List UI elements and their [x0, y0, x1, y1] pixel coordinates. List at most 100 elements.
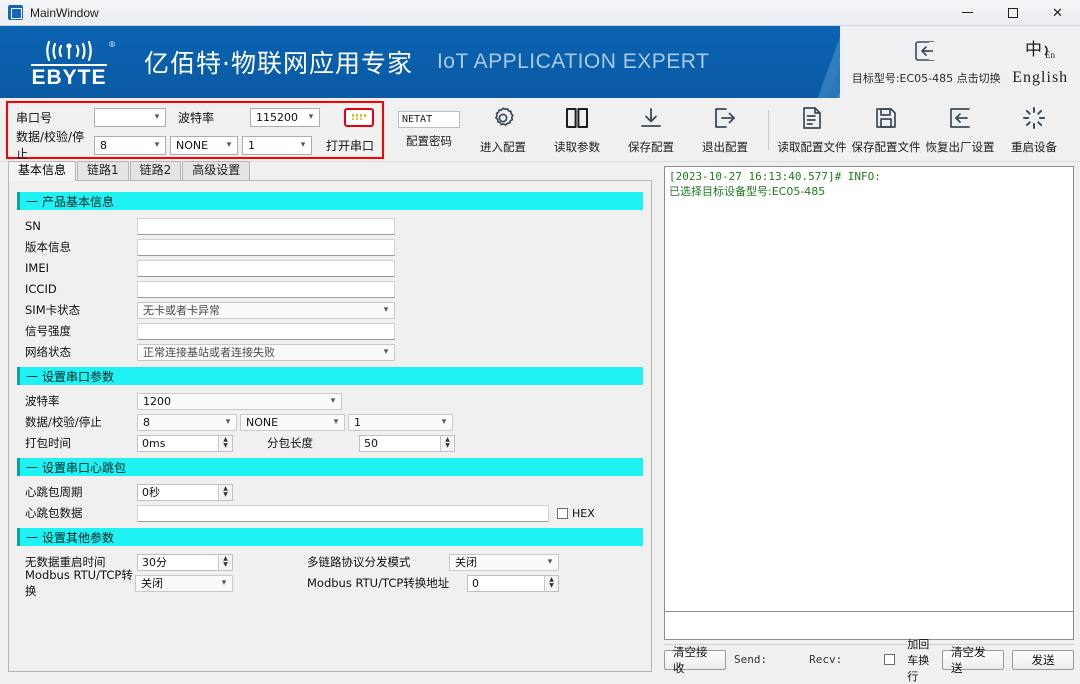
checkbox-heartbeat-hex[interactable] [557, 507, 568, 519]
target-model-label: 目标型号:EC05-485 点击切换 [851, 71, 1001, 85]
spinner-arrows-icon[interactable]: ▲ ▼ [218, 484, 232, 500]
switch-model-icon [913, 39, 939, 66]
label-heartbeat-hex: HEX [572, 506, 595, 520]
svg-text:En: En [1045, 50, 1055, 60]
serial-baud-select[interactable]: 115200 ▾ [250, 107, 320, 127]
reboot-device-button[interactable]: 重启设备 [997, 101, 1071, 159]
section-dash-icon: — [26, 194, 38, 208]
save-config-button[interactable]: 保存配置 [614, 101, 688, 159]
spinner-value-heartbeat-period: 0秒 [142, 486, 160, 499]
window-title: MainWindow [30, 5, 99, 20]
spinner-arrows-icon[interactable]: ▲ ▼ [440, 435, 454, 451]
window-controls: ✕ [945, 0, 1080, 26]
spinner-arrows-icon[interactable]: ▲ ▼ [218, 554, 232, 570]
open-serial-label[interactable]: 打开串口 [326, 137, 374, 154]
select-value-network-status: 正常连接基站或者连接失败 [143, 346, 275, 359]
serial-row-1: 串口号 ▾ 波特率 115200 ▾ [8, 103, 382, 131]
app-icon [8, 5, 23, 20]
select-uart-databits[interactable]: 8 ▾ [137, 413, 237, 431]
field-uart-baud: 波特率 1200 ▾ [25, 391, 643, 411]
field-modbus: Modbus RTU/TCP转换 关闭 ▾ Modbus RTU/TCP转换地址… [25, 568, 643, 598]
section-title-other: 设置其他参数 [42, 530, 115, 545]
field-label-uart-format: 数据/校验/停止 [25, 415, 102, 429]
input-version[interactable] [137, 238, 395, 256]
serial-stopbits-value: 1 [248, 138, 255, 152]
spinner-heartbeat-period[interactable]: 0秒 ▲ ▼ [137, 483, 233, 501]
banner-slogan-en: IoT APPLICATION EXPERT [436, 50, 710, 73]
serial-stopbits-select[interactable]: 1 ▾ [242, 135, 312, 155]
receive-log[interactable]: [2023-10-27 16:13:40.577]# INFO: 已选择目标设备… [664, 166, 1074, 612]
banner-background [0, 26, 850, 98]
input-sn[interactable] [137, 217, 395, 235]
field-pack-time: 打包时间 0ms ▲ ▼ 分包长度 50 ▲ ▼ [25, 433, 643, 453]
select-uart-parity[interactable]: NONE ▾ [240, 413, 345, 431]
close-icon: ✕ [1052, 5, 1063, 20]
serial-parity-select[interactable]: NONE ▾ [170, 135, 238, 155]
language-icon: 中 En [1025, 38, 1055, 65]
chevron-down-icon: ▾ [225, 417, 231, 427]
config-password-input[interactable]: NETAT [398, 110, 460, 128]
tab-link1[interactable]: 链路1 [77, 161, 129, 180]
serial-connector-icon[interactable] [344, 107, 374, 127]
log-line-1: [2023-10-27 16:13:40.577]# INFO: [669, 170, 881, 183]
select-modbus[interactable]: 关闭 ▾ [135, 574, 233, 592]
minimize-button[interactable] [945, 0, 990, 26]
spinner-arrows-icon[interactable]: ▲ ▼ [218, 435, 232, 451]
serial-databits-select[interactable]: 8 ▾ [94, 135, 166, 155]
exit-config-label: 退出配置 [702, 139, 748, 154]
clear-send-button[interactable]: 清空发送 [942, 645, 1004, 675]
send-button[interactable]: 发送 [1012, 649, 1074, 670]
tab-basic-info[interactable]: 基本信息 [8, 161, 77, 181]
spinner-value-modbus-addr: 0 [472, 576, 479, 590]
spinner-value-nodata-restart: 30分 [142, 556, 167, 569]
section-header-product-info: — 产品基本信息 [17, 192, 643, 210]
enter-config-button[interactable]: 进入配置 [466, 101, 540, 159]
spinner-arrows-icon[interactable]: ▲ ▼ [544, 575, 558, 591]
field-network-status: 网络状态 正常连接基站或者连接失败 ▾ [25, 342, 643, 362]
uart-fields: 波特率 1200 ▾ 数据/校验/停止 8 ▾ NONE ▾ 1 ▾ 打包时间 … [17, 391, 643, 453]
field-heartbeat-data: 心跳包数据 HEX [25, 503, 643, 523]
select-multilink[interactable]: 关闭 ▾ [449, 553, 559, 571]
input-iccid[interactable] [137, 280, 395, 298]
maximize-icon [1007, 7, 1018, 18]
serial-baud-label: 波特率 [178, 110, 215, 125]
select-network-status[interactable]: 正常连接基站或者连接失败 ▾ [137, 343, 395, 361]
read-params-button[interactable]: 读取参数 [540, 101, 614, 159]
select-sim-status[interactable]: 无卡或者卡异常 ▾ [137, 301, 395, 319]
logo-wordmark: EBYTE [31, 64, 107, 89]
factory-reset-button[interactable]: 恢复出厂设置 [923, 101, 997, 159]
read-config-file-button[interactable]: 读取配置文件 [775, 101, 849, 159]
chevron-down-icon: ▾ [333, 417, 339, 427]
checkbox-append-crlf[interactable] [884, 654, 896, 665]
field-label-network-status: 网络状态 [25, 345, 71, 359]
product-info-fields: SN 版本信息 IMEI ICCID SIM卡状态 无卡或者卡异常 ▾ 信号强度… [17, 216, 643, 362]
input-imei[interactable] [137, 259, 395, 277]
chevron-down-icon: ▾ [441, 417, 447, 427]
input-signal-strength[interactable] [137, 322, 395, 340]
serial-format-label: 数据/校验/停止 [16, 130, 85, 161]
exit-config-button[interactable]: 退出配置 [688, 101, 762, 159]
select-uart-stopbits[interactable]: 1 ▾ [348, 413, 453, 431]
spinner-pack-length[interactable]: 50 ▲ ▼ [359, 434, 455, 452]
serial-port-label: 串口号 [16, 110, 53, 125]
console-panel: [2023-10-27 16:13:40.577]# INFO: 已选择目标设备… [660, 162, 1080, 683]
select-uart-baud[interactable]: 1200 ▾ [137, 392, 342, 410]
spinner-nodata-restart[interactable]: 30分 ▲ ▼ [137, 553, 233, 571]
language-switch[interactable]: 中 En English [1012, 38, 1068, 87]
field-label-pack-length: 分包长度 [267, 436, 313, 450]
spinner-modbus-addr[interactable]: 0 ▲ ▼ [467, 574, 559, 592]
input-heartbeat-data[interactable] [137, 504, 549, 522]
clear-receive-button[interactable]: 清空接收 [664, 645, 726, 675]
send-input[interactable] [664, 612, 1074, 640]
maximize-button[interactable] [990, 0, 1035, 26]
document-icon [799, 105, 825, 134]
ebyte-logo: ® EBYTE [16, 36, 122, 88]
tab-link2[interactable]: 链路2 [129, 161, 182, 180]
toolbar-divider [768, 109, 769, 150]
target-model-switch[interactable]: 目标型号:EC05-485 点击切换 [852, 39, 1001, 86]
serial-port-select[interactable]: ▾ [94, 107, 166, 127]
spinner-pack-time[interactable]: 0ms ▲ ▼ [137, 434, 233, 452]
save-config-file-button[interactable]: 保存配置文件 [849, 101, 923, 159]
close-button[interactable]: ✕ [1035, 0, 1080, 26]
tab-advanced[interactable]: 高级设置 [182, 161, 251, 180]
